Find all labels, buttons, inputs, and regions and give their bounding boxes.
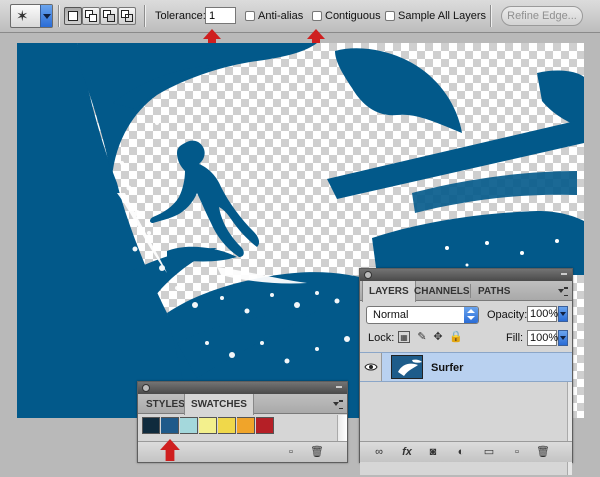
sample-all-layers-label: Sample All Layers xyxy=(398,10,487,22)
layer-thumbnail xyxy=(391,355,423,379)
panel-titlebar[interactable] xyxy=(360,269,572,281)
layer-visibility-toggle[interactable] xyxy=(360,353,382,381)
layer-name: Surfer xyxy=(431,362,464,374)
opacity-field[interactable]: 100% xyxy=(527,306,558,322)
layers-panel: LAYERS CHANNELS PATHS Normal Opacity: 10… xyxy=(359,268,573,475)
swatch[interactable] xyxy=(161,417,179,434)
swatch[interactable] xyxy=(199,417,217,434)
new-group-icon[interactable]: ▭ xyxy=(482,446,496,458)
select-stepper-icon xyxy=(464,307,478,323)
blend-mode-value: Normal xyxy=(373,309,409,321)
magic-wand-icon: ✶ xyxy=(16,8,29,25)
trash-icon[interactable]: 🗑 xyxy=(310,446,324,458)
tool-preset-picker[interactable]: ✶ xyxy=(10,4,53,28)
layers-tabs: LAYERS CHANNELS PATHS xyxy=(360,281,572,302)
tab-swatches[interactable]: SWATCHES xyxy=(184,394,254,415)
eye-icon xyxy=(364,363,378,371)
new-selection-button[interactable] xyxy=(64,7,82,25)
lock-label: Lock: xyxy=(368,332,395,344)
arrow-up-icon xyxy=(160,439,180,461)
close-icon[interactable] xyxy=(142,384,150,392)
tolerance-input[interactable] xyxy=(205,7,236,24)
lock-all-icon[interactable]: 🔒 xyxy=(449,331,463,343)
swatch[interactable] xyxy=(142,417,160,434)
collapse-icon[interactable] xyxy=(561,273,567,275)
panel-menu-icon[interactable] xyxy=(333,400,343,409)
anti-alias-label: Anti-alias xyxy=(258,10,304,22)
opacity-slider-button[interactable] xyxy=(558,306,568,322)
tab-paths[interactable]: PATHS xyxy=(472,281,516,301)
contiguous-checkbox[interactable] xyxy=(312,11,322,21)
fill-label: Fill: xyxy=(506,332,524,344)
divider xyxy=(58,5,59,27)
intersect-selection-button[interactable] xyxy=(118,7,136,25)
new-swatch-icon[interactable]: ▫ xyxy=(284,446,298,458)
refine-edge-button[interactable]: Refine Edge... xyxy=(501,6,583,26)
swatches-tabs: STYLES SWATCHES xyxy=(138,394,347,415)
swatch[interactable] xyxy=(256,417,274,434)
blend-mode-select[interactable]: Normal xyxy=(366,306,479,324)
swatch[interactable] xyxy=(218,417,236,434)
divider xyxy=(470,284,471,298)
layer-style-icon[interactable]: fx xyxy=(400,446,414,458)
anti-alias-checkbox[interactable] xyxy=(245,11,255,21)
fill-slider-button[interactable] xyxy=(558,330,568,346)
sample-all-layers-checkbox[interactable] xyxy=(385,11,395,21)
chevron-down-icon[interactable] xyxy=(40,5,52,27)
lock-position-icon[interactable]: ✥ xyxy=(432,331,444,343)
options-bar: ✶ Tolerance: Anti-alias Contiguous Sampl… xyxy=(0,0,600,33)
panel-menu-icon[interactable] xyxy=(558,287,568,296)
fill-field[interactable]: 100% xyxy=(527,330,558,346)
add-mask-icon[interactable]: ◙ xyxy=(426,446,440,458)
close-icon[interactable] xyxy=(364,271,372,279)
layer-row[interactable]: Surfer xyxy=(360,352,572,382)
lock-transparent-pixels-icon[interactable]: ▦ xyxy=(398,331,410,343)
tab-channels[interactable]: CHANNELS xyxy=(408,281,476,301)
lock-image-pixels-icon[interactable]: ✎ xyxy=(416,331,428,343)
contiguous-label: Contiguous xyxy=(325,10,381,22)
divider xyxy=(490,5,491,27)
layers-footer: ∞ fx ◙ ◐ ▭ ▫ 🗑 xyxy=(360,441,572,462)
link-layers-icon[interactable]: ∞ xyxy=(372,446,386,458)
collapse-icon[interactable] xyxy=(336,386,342,388)
adjustment-layer-icon[interactable]: ◐ xyxy=(454,446,468,458)
trash-icon[interactable]: 🗑 xyxy=(536,446,550,458)
swatch[interactable] xyxy=(180,417,198,434)
add-to-selection-button[interactable] xyxy=(82,7,100,25)
swatch[interactable] xyxy=(237,417,255,434)
subtract-from-selection-button[interactable] xyxy=(100,7,118,25)
panel-titlebar[interactable] xyxy=(138,382,347,394)
opacity-label: Opacity: xyxy=(487,309,528,321)
divider xyxy=(144,5,145,27)
tolerance-label: Tolerance: xyxy=(155,10,206,22)
new-layer-icon[interactable]: ▫ xyxy=(510,446,524,458)
